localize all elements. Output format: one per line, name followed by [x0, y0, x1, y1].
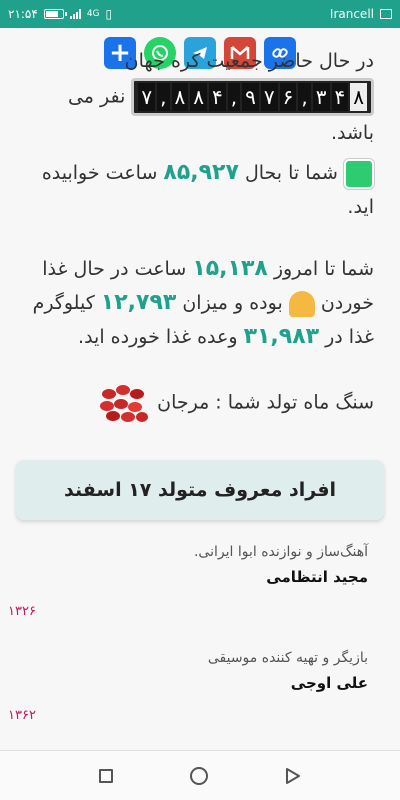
food-text-1: شما تا امروز [273, 258, 374, 280]
counter-digit: ۷ [260, 83, 278, 111]
food-paragraph: شما تا امروز ۱۵,۱۳۸ ساعت در حال غذا خورد… [0, 252, 400, 354]
birthstone-text: سنگ ماه تولد شما : مرجان [157, 391, 374, 414]
person-job: آهنگ‌ساز و نوازنده ابوا ایرانی. [193, 544, 368, 560]
counter-digit: ۶ [279, 83, 297, 111]
counter-digit: ۸ [190, 83, 208, 111]
list-item[interactable]: بازیگر و تهیه کننده موسیقی علی اوجی [24, 650, 368, 692]
food-text-5: وعده غذا خورده اید. [78, 326, 238, 348]
main-content: + در حال حاضر جمعیت کره جهان ۷,۸۸۴,۹۷۶,۳… [0, 28, 400, 750]
population-paragraph: در حال حاضر جمعیت کره جهان ۷,۸۸۴,۹۷۶,۳۴۸… [0, 44, 400, 150]
counter-digit: ۸ [350, 83, 367, 111]
sleep-paragraph: شما تا بحال ۸۵,۹۲۷ ساعت خوابیده اید. [0, 156, 400, 224]
counter-digit: ۸ [171, 83, 189, 111]
counter-digit: ۳ [312, 83, 330, 111]
population-counter: ۷,۸۸۴,۹۷۶,۳۴۸ [131, 78, 374, 116]
birthstone-paragraph: سنگ ماه تولد شما : مرجان [0, 380, 400, 426]
food-kg-value: ۱۲,۷۹۳ [100, 290, 177, 315]
taco-icon [288, 290, 315, 317]
recents-icon[interactable] [98, 768, 113, 783]
counter-digit: , [157, 83, 170, 111]
vibrate-icon: ▯ [105, 7, 113, 21]
food-hours-value: ۱۵,۱۳۸ [192, 256, 268, 281]
signal-icon [69, 9, 81, 19]
sleep-prefix: شما تا بحال [244, 162, 338, 184]
person-year: ۱۳۶۲ [8, 708, 36, 723]
image-notification-icon [380, 9, 392, 19]
sleep-icon [344, 158, 374, 189]
counter-digit: , [298, 83, 311, 111]
network-label: 4G [86, 9, 100, 19]
person-name: علی اوجی [290, 674, 368, 692]
counter-digit: , [227, 83, 241, 111]
counter-digit: ۴ [209, 83, 226, 111]
status-bar: ۲۱:۵۴ 4G ▯ Irancell [0, 0, 400, 28]
sleep-hours-value: ۸۵,۹۲۷ [163, 160, 239, 185]
carrier-label: Irancell [329, 7, 374, 21]
battery-icon [43, 9, 67, 19]
counter-digit: ۷ [138, 83, 156, 111]
person-year: ۱۳۲۶ [8, 604, 36, 619]
coral-stone-icon [100, 385, 149, 422]
list-item[interactable]: آهنگ‌ساز و نوازنده ابوا ایرانی. مجید انت… [24, 544, 368, 586]
population-text-1: در حال حاضر جمعیت کره جهان [124, 50, 374, 72]
person-job: بازیگر و تهیه کننده موسیقی [207, 650, 368, 666]
person-name: مجید انتظامی [266, 568, 368, 586]
counter-digit: ۹ [242, 83, 259, 111]
back-icon[interactable] [285, 767, 301, 785]
clock: ۲۱:۵۴ [8, 7, 38, 21]
famous-people-header[interactable]: افراد معروف متولد ۱۷ اسفند [16, 460, 384, 520]
counter-digit: ۴ [331, 83, 349, 111]
home-icon[interactable] [189, 766, 208, 785]
food-meals-value: ۳۱,۹۸۳ [243, 324, 320, 349]
food-text-3: بوده و میزان [182, 292, 283, 314]
system-nav-bar [0, 750, 400, 800]
